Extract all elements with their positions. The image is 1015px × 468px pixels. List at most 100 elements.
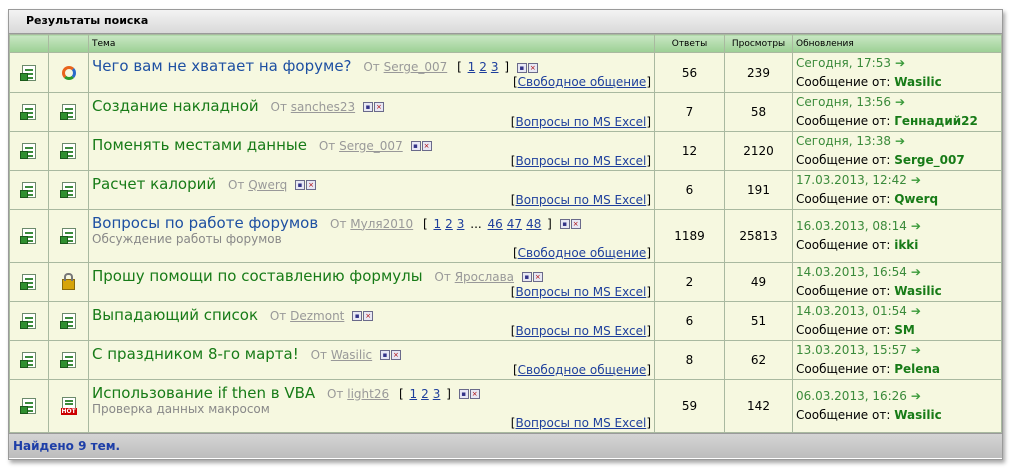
last-post-author[interactable]: Wasilic bbox=[894, 75, 942, 89]
topic-author-link[interactable]: Serge_007 bbox=[384, 60, 448, 74]
topic-close-icon[interactable]: × bbox=[469, 389, 480, 399]
header-updates[interactable]: Обновления bbox=[792, 34, 1002, 53]
topic-close-icon[interactable]: × bbox=[363, 311, 374, 321]
topic-author-link[interactable]: Ярослава bbox=[455, 270, 514, 284]
topic-author-link[interactable]: light26 bbox=[347, 387, 389, 401]
topic-close-icon[interactable]: × bbox=[527, 62, 538, 73]
topic-title-link[interactable]: Прошу помощи по составлению формулы bbox=[92, 267, 423, 285]
go-to-last-arrow-icon[interactable]: ➔ bbox=[895, 134, 905, 148]
topic-read-icon[interactable]: ▪ bbox=[362, 102, 373, 112]
page-link[interactable]: 3 bbox=[491, 60, 499, 74]
forum-link[interactable]: Вопросы по MS Excel bbox=[515, 285, 646, 299]
forum-link[interactable]: Вопросы по MS Excel bbox=[515, 416, 646, 430]
page-link[interactable]: 2 bbox=[445, 217, 453, 231]
topic-author-link[interactable]: Муля2010 bbox=[350, 217, 413, 231]
lock-icon bbox=[62, 273, 75, 290]
topic-author-link[interactable]: sanches23 bbox=[291, 100, 355, 114]
topic-read-icon[interactable]: ▪ bbox=[516, 62, 527, 73]
last-post-author[interactable]: SM bbox=[894, 323, 915, 337]
forum-link[interactable]: Свободное общение bbox=[518, 363, 647, 377]
last-post-author[interactable]: Wasilic bbox=[894, 284, 942, 298]
topic-author-link[interactable]: Serge_007 bbox=[339, 139, 403, 153]
topic-title-link[interactable]: Поменять местами данные bbox=[92, 136, 307, 154]
forum-link[interactable]: Свободное общение bbox=[518, 75, 647, 89]
topic-doc-icon[interactable] bbox=[20, 104, 36, 120]
forum-link[interactable]: Вопросы по MS Excel bbox=[515, 193, 646, 207]
last-update-cell: Сегодня, 17:53 ➔ Сообщение от: Wasilic bbox=[792, 52, 1002, 93]
go-to-last-arrow-icon[interactable]: ➔ bbox=[911, 304, 921, 318]
topic-doc-icon[interactable] bbox=[20, 64, 36, 81]
topic-close-icon[interactable]: × bbox=[532, 272, 543, 282]
topic-title-link[interactable]: С праздником 8-го марта! bbox=[92, 345, 299, 363]
last-post-author[interactable]: Qwerq bbox=[894, 192, 938, 206]
last-post-author[interactable]: ikki bbox=[894, 238, 918, 252]
header-views[interactable]: Просмотры bbox=[724, 34, 793, 53]
views-count: 58 bbox=[724, 92, 793, 132]
topic-doc-icon[interactable] bbox=[20, 143, 36, 159]
topic-close-icon[interactable]: × bbox=[306, 180, 317, 190]
topic-title-link[interactable]: Чего вам не хватает на форуме? bbox=[92, 57, 352, 75]
last-post-label: Сообщение от: bbox=[796, 74, 891, 89]
topic-title-link[interactable]: Расчет калорий bbox=[92, 175, 216, 193]
page-link[interactable]: 3 bbox=[433, 387, 441, 401]
header-topic[interactable]: Тема bbox=[88, 34, 655, 53]
topic-read-icon[interactable]: ▪ bbox=[458, 389, 469, 399]
views-count: 49 bbox=[724, 262, 793, 302]
topic-title-link[interactable]: Вопросы по работе форумов bbox=[92, 214, 318, 232]
topic-read-icon[interactable]: ▪ bbox=[352, 311, 363, 321]
page-link[interactable]: 46 bbox=[488, 217, 503, 231]
topic-author-link[interactable]: Dezmont bbox=[290, 309, 344, 323]
topic-close-icon[interactable]: × bbox=[570, 219, 581, 229]
last-post-author[interactable]: Wasilic bbox=[894, 408, 942, 422]
topic-read-icon[interactable]: ▪ bbox=[295, 180, 306, 190]
forum-link[interactable]: Свободное общение bbox=[518, 246, 647, 260]
topic-forum: [Свободное общение] bbox=[512, 362, 651, 377]
last-update-date: Сегодня, 13:56 bbox=[796, 95, 891, 109]
forum-link[interactable]: Вопросы по MS Excel bbox=[515, 115, 646, 129]
topic-read-icon[interactable]: ▪ bbox=[410, 141, 421, 151]
go-to-last-arrow-icon[interactable]: ➔ bbox=[911, 173, 921, 187]
topic-doc-icon[interactable] bbox=[20, 313, 36, 329]
topic-close-icon[interactable]: × bbox=[373, 102, 384, 112]
hot-icon: HOT bbox=[60, 397, 77, 415]
forum-link[interactable]: Вопросы по MS Excel bbox=[515, 324, 646, 338]
go-to-last-arrow-icon[interactable]: ➔ bbox=[895, 95, 905, 109]
topic-close-icon[interactable]: × bbox=[390, 350, 401, 360]
page-link[interactable]: 48 bbox=[526, 217, 541, 231]
topic-title-link[interactable]: Создание накладной bbox=[92, 97, 259, 115]
topic-read-icon[interactable]: ▪ bbox=[379, 350, 390, 360]
table-row: С праздником 8-го марта! От Wasilic ▪ × [… bbox=[9, 340, 1002, 380]
last-post-author[interactable]: Pelena bbox=[894, 362, 940, 376]
topic-title-link[interactable]: Выпадающий список bbox=[92, 306, 258, 324]
page-link[interactable]: 3 bbox=[457, 217, 465, 231]
go-to-last-arrow-icon[interactable]: ➔ bbox=[911, 343, 921, 357]
replies-count: 1189 bbox=[654, 209, 725, 263]
topic-author-link[interactable]: Qwerq bbox=[248, 178, 287, 192]
topic-doc-icon[interactable] bbox=[20, 398, 36, 414]
page-link[interactable]: 47 bbox=[507, 217, 522, 231]
topic-author-link[interactable]: Wasilic bbox=[331, 348, 372, 362]
page-link[interactable]: 1 bbox=[434, 217, 442, 231]
go-to-last-arrow-icon[interactable]: ➔ bbox=[911, 219, 921, 233]
table-row: Вопросы по работе форумов От Муля2010 [ … bbox=[9, 209, 1002, 263]
topic-doc-icon[interactable] bbox=[20, 182, 36, 198]
topic-doc-icon[interactable] bbox=[20, 352, 36, 368]
page-link[interactable]: 2 bbox=[479, 60, 487, 74]
topic-close-icon[interactable]: × bbox=[421, 141, 432, 151]
topic-doc-icon[interactable] bbox=[20, 228, 36, 244]
last-post-author[interactable]: Геннадий22 bbox=[894, 114, 978, 128]
topic-title-link[interactable]: Использование if then в VBA bbox=[92, 384, 315, 402]
go-to-last-arrow-icon[interactable]: ➔ bbox=[895, 56, 905, 70]
topic-read-icon[interactable]: ▪ bbox=[559, 219, 570, 229]
topic-read-icon[interactable]: ▪ bbox=[521, 272, 532, 282]
page-link[interactable]: 1 bbox=[468, 60, 476, 74]
header-replies[interactable]: Ответы bbox=[654, 34, 725, 53]
topic-from: От Dezmont bbox=[270, 309, 345, 323]
topic-doc-icon[interactable] bbox=[20, 274, 36, 290]
go-to-last-arrow-icon[interactable]: ➔ bbox=[911, 389, 921, 403]
page-link[interactable]: 1 bbox=[409, 387, 417, 401]
page-link[interactable]: 2 bbox=[421, 387, 429, 401]
go-to-last-arrow-icon[interactable]: ➔ bbox=[911, 265, 921, 279]
forum-link[interactable]: Вопросы по MS Excel bbox=[515, 154, 646, 168]
last-post-author[interactable]: Serge_007 bbox=[894, 153, 964, 167]
